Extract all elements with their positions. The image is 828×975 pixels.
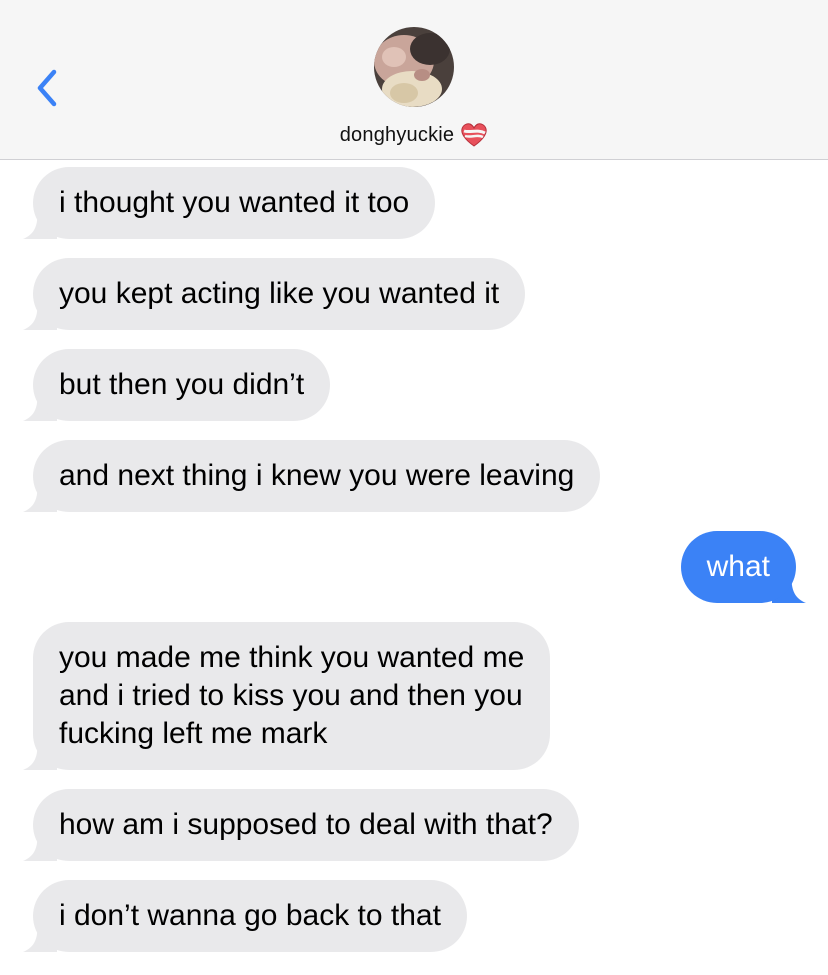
- message-text: and next thing i knew you were leaving: [59, 459, 575, 492]
- message-bubble[interactable]: and next thing i knew you were leaving: [33, 440, 601, 512]
- message-received: but then you didn’t: [23, 349, 331, 421]
- contact-avatar[interactable]: [374, 27, 454, 107]
- message-received: i thought you wanted it too: [23, 167, 436, 239]
- message-received: how am i supposed to deal with that?: [23, 789, 579, 861]
- message-bubble[interactable]: you kept acting like you wanted it: [33, 258, 526, 330]
- message-text: you kept acting like you wanted it: [59, 277, 500, 310]
- message-bubble[interactable]: i don’t wanna go back to that: [33, 880, 467, 952]
- message-text: how am i supposed to deal with that?: [59, 808, 553, 841]
- message-received: you kept acting like you wanted it: [23, 258, 526, 330]
- chevron-left-icon[interactable]: [30, 66, 66, 110]
- message-received: and next thing i knew you were leaving: [23, 440, 601, 512]
- message-text: but then you didn’t: [59, 368, 305, 401]
- message-bubble[interactable]: you made me think you wanted me and i tr…: [33, 622, 551, 770]
- message-text: i thought you wanted it too: [59, 186, 410, 219]
- contact-name: donghyuckie: [339, 123, 455, 146]
- message-text: i don’t wanna go back to that: [59, 899, 441, 932]
- message-sent: what: [680, 531, 806, 603]
- message-bubble[interactable]: but then you didn’t: [33, 349, 331, 421]
- message-text: you made me think you wanted me and i tr…: [59, 641, 525, 750]
- message-received: you made me think you wanted me and i tr…: [23, 622, 551, 770]
- heart-ribbon-icon: [461, 123, 487, 147]
- avatar-photo: [374, 27, 454, 107]
- message-text: what: [706, 550, 770, 583]
- message-received: i don’t wanna go back to that: [23, 880, 467, 952]
- message-bubble[interactable]: how am i supposed to deal with that?: [33, 789, 579, 861]
- message-bubble[interactable]: what: [680, 531, 796, 603]
- contact-name-row[interactable]: donghyuckie: [0, 122, 828, 148]
- conversation-header: donghyuckie: [0, 0, 828, 160]
- message-bubble[interactable]: i thought you wanted it too: [33, 167, 436, 239]
